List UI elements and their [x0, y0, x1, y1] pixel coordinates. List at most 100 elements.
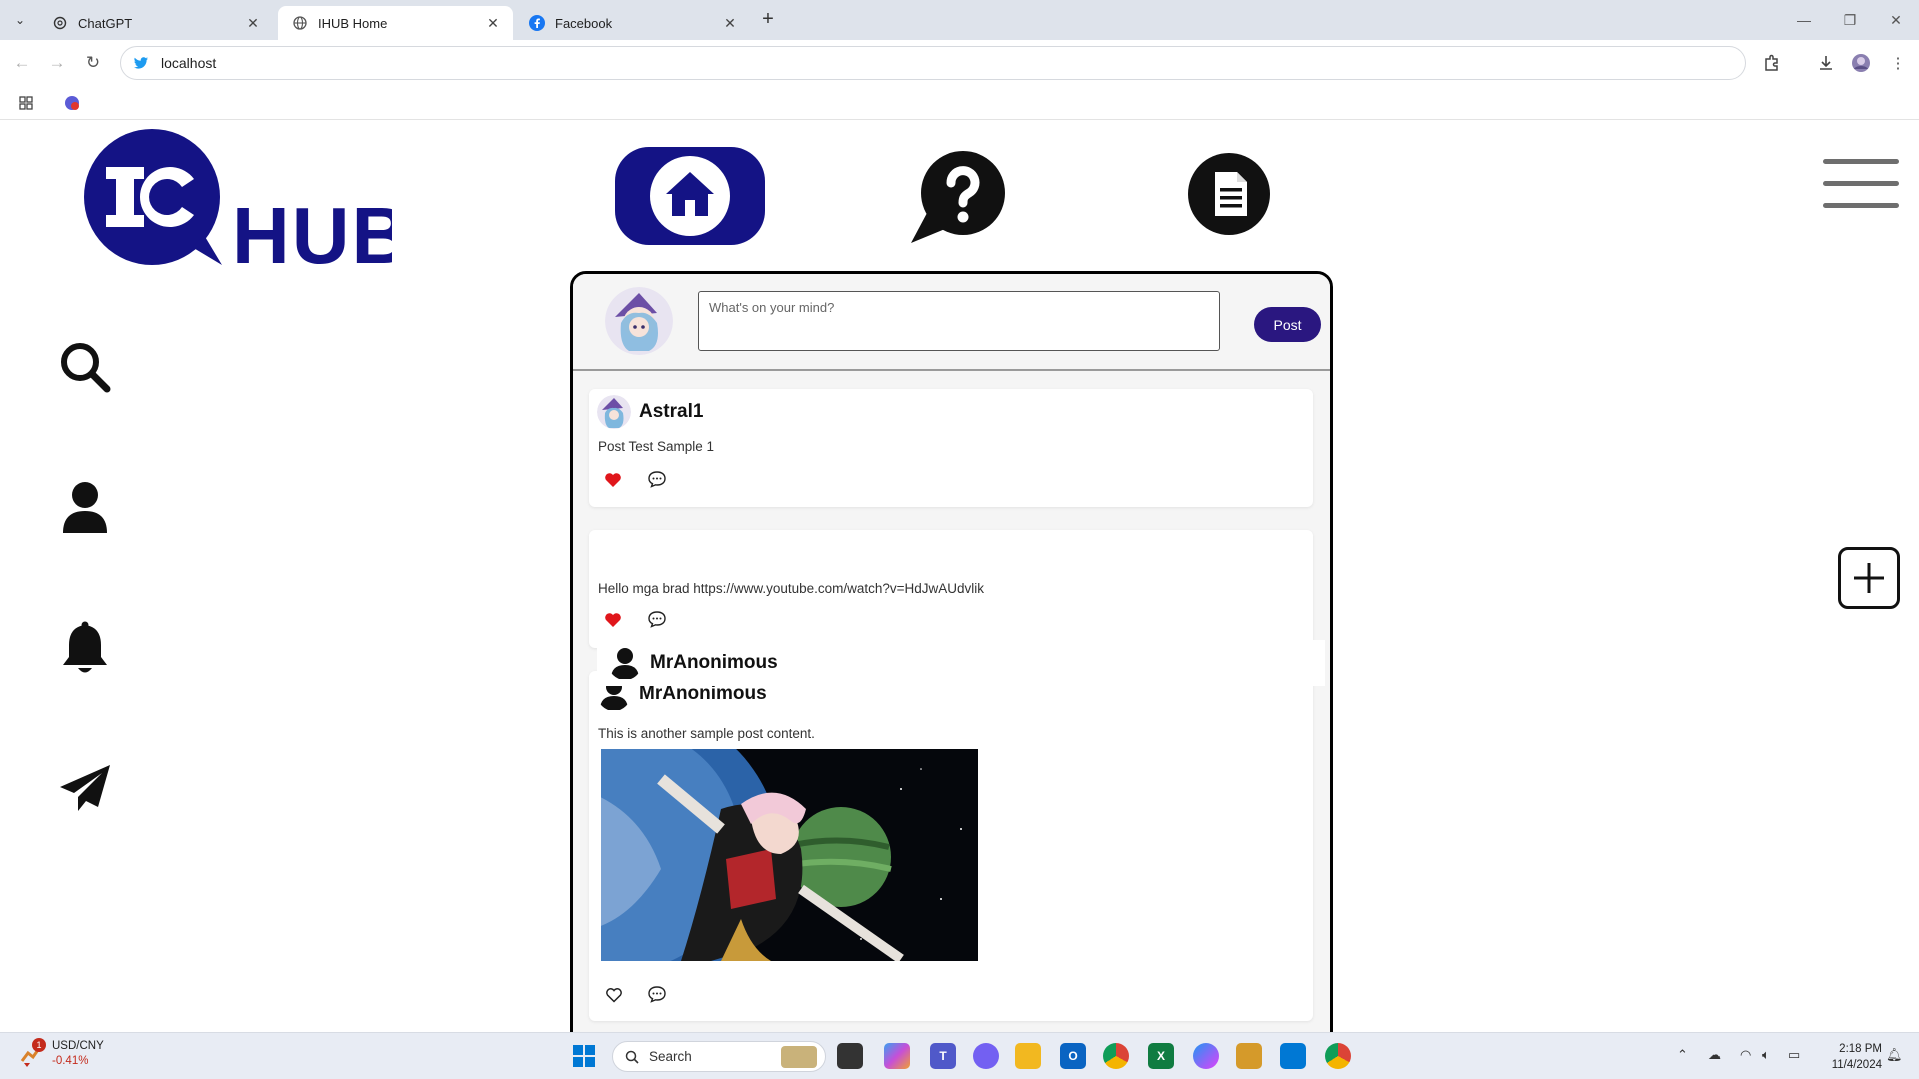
- whats-on-your-mind-input[interactable]: [698, 291, 1220, 351]
- outlook-icon[interactable]: O: [1060, 1043, 1086, 1069]
- forward-icon[interactable]: →: [45, 51, 69, 75]
- search-highlight-icon: [781, 1046, 817, 1068]
- post-header: MrAnonimous: [597, 640, 1325, 686]
- browser-menu-icon[interactable]: ⋮: [1886, 51, 1910, 75]
- post-header: Astral1: [597, 395, 703, 429]
- wifi-icon[interactable]: ◠: [1740, 1047, 1751, 1063]
- tab-label: Facebook: [555, 15, 613, 31]
- download-icon[interactable]: [1814, 51, 1838, 75]
- minimize-icon[interactable]: —: [1792, 8, 1816, 32]
- task-view-icon[interactable]: [837, 1043, 863, 1069]
- address-bar[interactable]: localhost: [120, 46, 1746, 80]
- close-tab-icon[interactable]: ✕: [485, 15, 501, 31]
- search-icon[interactable]: [56, 338, 114, 396]
- restore-icon[interactable]: ❐: [1838, 8, 1862, 32]
- tab-search-chevron-icon[interactable]: ⌄: [8, 10, 32, 30]
- cloud-offline-icon[interactable]: ☁: [1708, 1047, 1721, 1063]
- browser-toolbar: ← → ↻ localhost ⋮: [0, 40, 1919, 86]
- reload-icon[interactable]: ↻: [81, 51, 105, 75]
- notifications-bell-icon[interactable]: 🔔︎: [1886, 1047, 1903, 1063]
- ihub-page: HUB What's on your mind? Post Astral1 Po…: [0, 121, 1919, 1032]
- post-text: Hello mga brad https://www.youtube.com/w…: [598, 581, 985, 596]
- currency-widget[interactable]: 1 USD/CNY -0.41%: [18, 1038, 104, 1069]
- excel-icon[interactable]: X: [1148, 1043, 1174, 1069]
- add-post-button[interactable]: [1838, 547, 1900, 609]
- user-avatar[interactable]: [605, 287, 673, 355]
- search-icon: [625, 1050, 639, 1064]
- file-explorer-icon[interactable]: [1015, 1043, 1041, 1069]
- tab-label: ChatGPT: [78, 15, 133, 31]
- post-card: MrAnonimous This is another sample post …: [589, 671, 1313, 1021]
- documents-nav-button[interactable]: [1186, 151, 1272, 237]
- author-avatar[interactable]: [597, 395, 631, 429]
- post-button[interactable]: Post: [1254, 307, 1321, 342]
- widget-title: USD/CNY: [52, 1040, 104, 1052]
- heart-outline-icon[interactable]: [603, 984, 625, 1006]
- tab-facebook[interactable]: Facebook ✕: [515, 6, 750, 40]
- profile-avatar-icon[interactable]: [1849, 51, 1873, 75]
- close-window-icon[interactable]: ✕: [1884, 8, 1908, 32]
- new-tab-button[interactable]: +: [758, 9, 778, 30]
- author-name[interactable]: MrAnonimous: [639, 683, 767, 705]
- bell-icon[interactable]: [56, 619, 114, 677]
- post-text: Post Test Sample 1: [598, 439, 715, 454]
- facebook-favicon-icon: [529, 15, 545, 31]
- home-nav-button[interactable]: [615, 147, 765, 245]
- logo-text: HUB: [232, 191, 392, 271]
- tab-chatgpt[interactable]: ChatGPT ✕: [38, 6, 273, 40]
- post-card: Hello mga brad https://www.youtube.com/w…: [589, 530, 1313, 648]
- plus-icon: [1854, 563, 1884, 593]
- comment-icon[interactable]: [646, 983, 668, 1005]
- tab-ihub-home[interactable]: IHUB Home ✕: [278, 6, 513, 40]
- hamburger-menu-icon[interactable]: [1823, 159, 1899, 213]
- question-bubble-icon: [911, 151, 1005, 243]
- viber-icon[interactable]: [973, 1043, 999, 1069]
- windows-taskbar: 1 USD/CNY -0.41% Search T O X ⌃ ☁ ◠ 🔈︎ ▭…: [0, 1032, 1919, 1079]
- snipping-tool-icon[interactable]: [1236, 1043, 1262, 1069]
- close-tab-icon[interactable]: ✕: [722, 15, 738, 31]
- browser-tab-strip: ⌄ ChatGPT ✕ IHUB Home ✕ Facebook ✕ + — ❐…: [0, 0, 1919, 40]
- volume-icon[interactable]: 🔈︎: [1762, 1047, 1770, 1063]
- tray-chevron-icon[interactable]: ⌃: [1677, 1047, 1688, 1063]
- ihub-logo[interactable]: HUB: [82, 127, 392, 271]
- clock-date: 11/4/2024: [1831, 1059, 1882, 1071]
- notification-badge: 1: [32, 1038, 46, 1052]
- battery-icon[interactable]: ▭: [1788, 1047, 1800, 1063]
- windows-start-icon[interactable]: [573, 1045, 595, 1067]
- chatgpt-favicon-icon: [52, 15, 68, 31]
- post-image[interactable]: [601, 749, 978, 961]
- chrome-profile-icon[interactable]: [1325, 1043, 1351, 1069]
- heart-filled-icon[interactable]: [602, 609, 624, 631]
- bookmark-favicon-icon[interactable]: [60, 91, 84, 115]
- teams-icon[interactable]: T: [930, 1043, 956, 1069]
- comment-icon[interactable]: [646, 608, 668, 630]
- document-icon: [1188, 153, 1270, 235]
- author-name[interactable]: MrAnonimous: [650, 652, 778, 674]
- author-avatar[interactable]: [608, 646, 642, 680]
- post-card: Astral1 Post Test Sample 1: [589, 389, 1313, 507]
- extensions-icon[interactable]: [1760, 51, 1784, 75]
- close-tab-icon[interactable]: ✕: [245, 15, 261, 31]
- author-name[interactable]: Astral1: [639, 401, 703, 423]
- bookmarks-bar: [0, 86, 1919, 120]
- messenger-icon[interactable]: [1193, 1043, 1219, 1069]
- comment-icon[interactable]: [646, 468, 668, 490]
- post-composer: Post: [573, 274, 1330, 371]
- vscode-icon[interactable]: [1280, 1043, 1306, 1069]
- globe-icon: [292, 15, 308, 31]
- twitter-bird-icon: [134, 57, 148, 69]
- widget-value: -0.41%: [52, 1055, 89, 1067]
- help-nav-button[interactable]: [906, 147, 1012, 247]
- home-icon: [650, 156, 730, 236]
- send-paper-plane-icon[interactable]: [56, 759, 114, 817]
- taskbar-clock[interactable]: 2:18 PM 11/4/2024: [1816, 1041, 1882, 1073]
- taskbar-search[interactable]: Search: [612, 1041, 826, 1072]
- copilot-icon[interactable]: [884, 1043, 910, 1069]
- apps-grid-icon[interactable]: [14, 91, 38, 115]
- back-icon[interactable]: ←: [10, 51, 34, 75]
- heart-filled-icon[interactable]: [602, 469, 624, 491]
- post-text: This is another sample post content.: [598, 726, 815, 741]
- chrome-icon[interactable]: [1103, 1043, 1129, 1069]
- profile-icon[interactable]: [56, 479, 114, 537]
- url-text: localhost: [161, 55, 217, 71]
